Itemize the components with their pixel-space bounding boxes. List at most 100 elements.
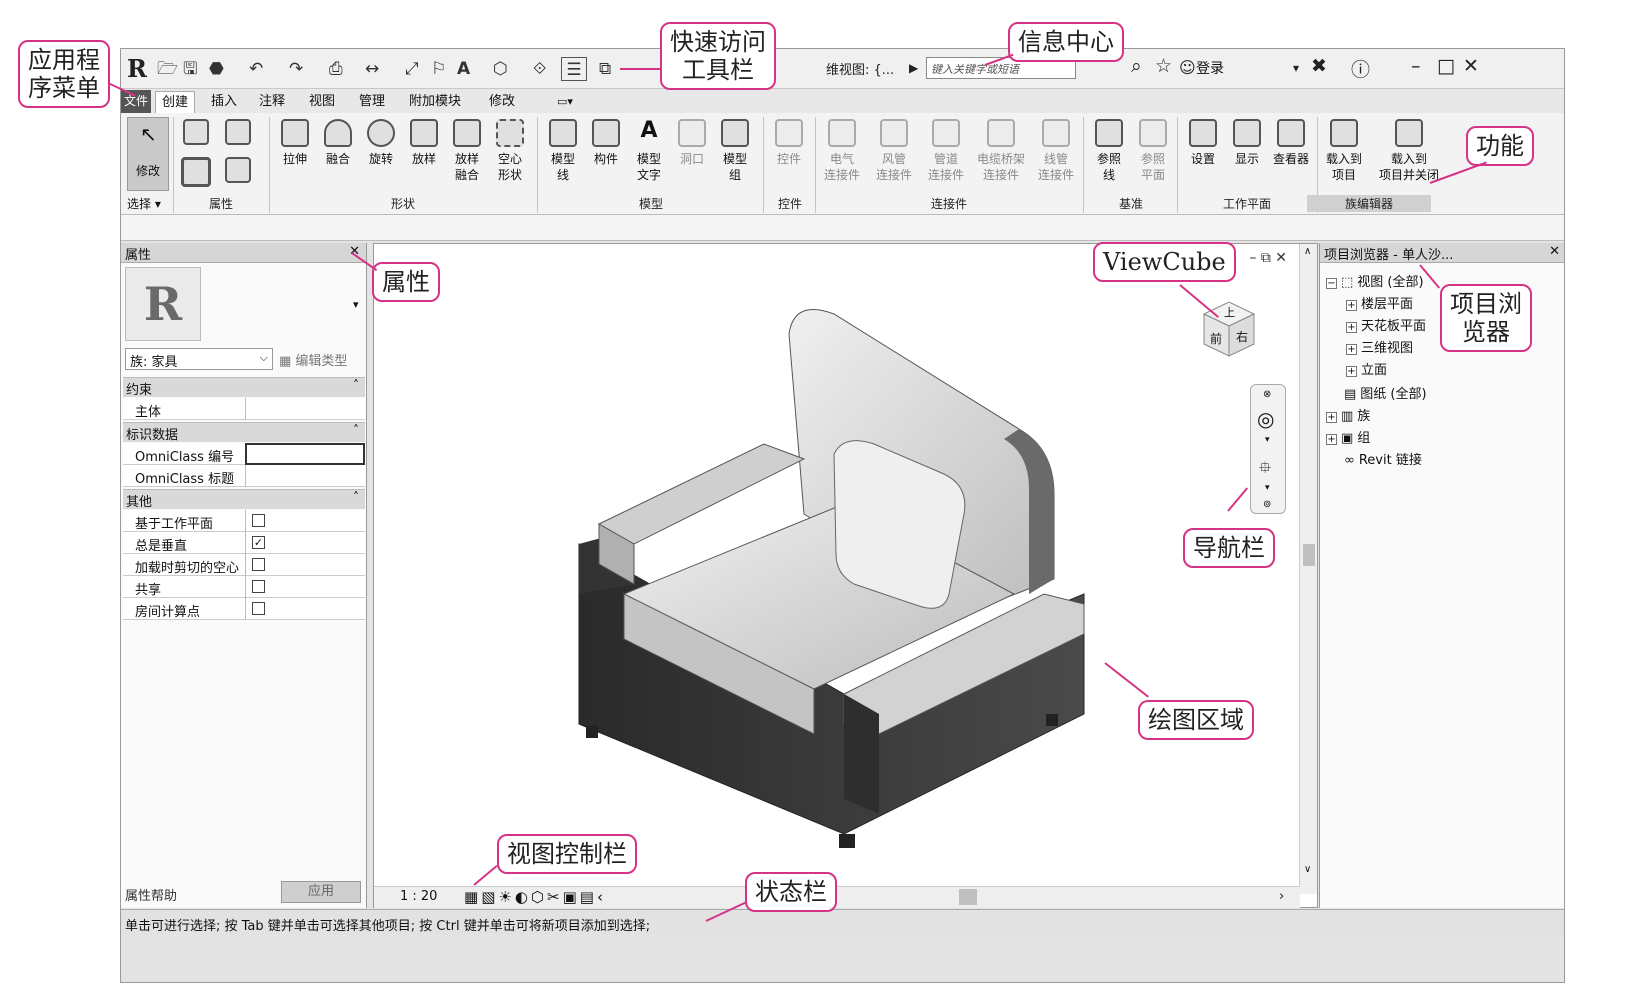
family-filter-select[interactable]: 族: 家具 ⌵ [125,348,273,370]
expand-icon[interactable]: + [1346,300,1357,311]
tab-file[interactable]: 文件 [121,90,151,113]
tab-modify[interactable]: 修改 [483,91,521,113]
apply-button[interactable]: 应用 [281,881,361,903]
pipe-connector-button[interactable]: 管道 连接件 [921,119,971,183]
section-identity-data[interactable]: 标识数据 ˄ [123,422,365,443]
login-dropdown-icon[interactable]: ▾ [1293,61,1299,75]
detail-level-icon[interactable]: ▦ [464,888,481,906]
properties-help-link[interactable]: 属性帮助 [125,885,177,904]
sofa-model[interactable] [574,294,1094,854]
tab-manage[interactable]: 管理 [353,91,391,113]
user-icon[interactable]: ☺ [1179,58,1196,77]
print-icon[interactable]: ⎙ [329,57,343,81]
redo-icon[interactable]: ↷ [289,57,303,81]
options-icon[interactable]: ⊚ [1263,499,1271,510]
sweep-button[interactable]: 放样 [402,119,446,167]
property-row[interactable]: 总是垂直 ✓ [123,532,365,554]
property-row[interactable]: OmniClass 编号 [123,443,365,465]
zoom-icon[interactable]: ⯐ [1259,457,1271,484]
tree-item-3d-views[interactable]: + 三维视图 [1346,337,1413,356]
horizontal-scroll-thumb[interactable] [959,889,977,905]
cut-with-voids-checkbox[interactable] [252,558,265,571]
void-forms-button[interactable]: 空心 形状 [488,119,532,183]
property-row[interactable]: 房间计算点 [123,598,365,620]
vertical-scrollbar[interactable]: ∧ ∨ [1299,244,1317,894]
expand-icon[interactable]: + [1346,366,1357,377]
scroll-left-icon[interactable]: ‹ [597,888,606,906]
electrical-connector-button[interactable]: 电气 连接件 [817,119,867,183]
scroll-thumb[interactable] [1303,544,1315,566]
minimize-icon[interactable]: – [1411,55,1421,77]
viewer-button[interactable]: 查看器 [1269,119,1313,167]
dimension-icon[interactable]: ⤢ [405,57,419,81]
show-workplane-button[interactable]: 显示 [1225,119,1269,167]
tab-view[interactable]: 视图 [303,91,341,113]
close-icon[interactable]: ✕ [1275,250,1287,266]
duct-connector-button[interactable]: 风管 连接件 [869,119,919,183]
save-icon[interactable]: 🖫 [183,57,197,81]
model-group-button[interactable]: 模型 组 [713,119,757,183]
maximize-icon[interactable]: □ [1437,55,1455,77]
help-icon[interactable]: ⓘ [1351,55,1370,82]
expand-icon[interactable]: + [1346,344,1357,355]
properties-button[interactable] [177,157,215,191]
blend-button[interactable]: 融合 [316,119,360,167]
sync-icon[interactable]: ⬣ [209,57,224,81]
restore-icon[interactable]: ⧉ [1261,250,1271,266]
family-types-button[interactable] [219,119,257,149]
close-icon[interactable]: ⊗ [1263,389,1271,400]
exchange-apps-icon[interactable]: ✖ [1311,55,1327,77]
viewcube-front-face[interactable]: 前 [1210,330,1222,347]
model-line-button[interactable]: 模型 线 [541,119,585,183]
undo-icon[interactable]: ↶ [249,57,263,81]
shared-checkbox[interactable] [252,580,265,593]
visual-style-icon[interactable]: ▧ [481,888,498,906]
expand-arrow-icon[interactable]: ▶ [909,61,918,75]
expand-icon[interactable]: + [1326,434,1337,445]
search-icon[interactable]: ⌕ [1131,55,1142,77]
section-other[interactable]: 其他 ˄ [123,489,365,510]
expand-icon[interactable]: + [1326,412,1337,423]
switch-window-icon[interactable]: ⧉ [599,57,611,81]
property-value[interactable] [245,465,365,487]
conduit-connector-button[interactable]: 线管 连接件 [1031,119,1081,183]
tree-item-floor-plans[interactable]: + 楼层平面 [1346,293,1413,312]
text-icon[interactable]: A [457,57,470,81]
scroll-right-icon[interactable]: › [1279,889,1284,904]
edit-type-button[interactable]: ▦ 编辑类型 [279,350,347,369]
thin-lines-icon[interactable]: ☰ [561,57,587,81]
chevron-down-icon[interactable]: ▾ [1265,483,1270,493]
always-vertical-checkbox[interactable]: ✓ [252,536,265,549]
hide-isolate-icon[interactable]: ▣ [563,888,580,906]
type-selector-dropdown-icon[interactable]: ▾ [353,298,359,311]
drawing-area[interactable]: – ⧉ ✕ 上 前 右 ⊗ ◎ ▾ ⯐ ▾ ⊚ ∧ ∨ 1: 20 ▦▧☀◐⬡… [373,243,1318,908]
render-icon[interactable]: ⬡ [531,888,547,906]
tab-annotate[interactable]: 注释 [253,91,291,113]
load-and-close-button[interactable]: 载入到 项目并关闭 [1371,119,1447,183]
application-menu-button[interactable]: R [127,54,147,83]
select-dropdown[interactable]: 选择 ▾ [127,195,161,212]
cable-tray-connector-button[interactable]: 电缆桥架 连接件 [973,119,1029,183]
revolve-button[interactable]: 旋转 [359,119,403,167]
property-row[interactable]: 基于工作平面 [123,510,365,532]
expand-icon[interactable]: + [1346,322,1357,333]
swept-blend-button[interactable]: 放样 融合 [445,119,489,183]
open-icon[interactable]: 🗁 [157,57,178,81]
scroll-down-icon[interactable]: ∨ [1304,864,1311,875]
measure-icon[interactable]: ↔ [365,57,379,81]
extrusion-button[interactable]: 拉伸 [273,119,317,167]
tag-icon[interactable]: ⚐ [431,57,446,81]
model-text-button[interactable]: A 模型 文字 [627,119,671,183]
tree-item-ceiling-plans[interactable]: + 天花板平面 [1346,315,1426,334]
reference-plane-button[interactable]: 参照 平面 [1131,119,1175,183]
tree-item-elevations[interactable]: + 立面 [1346,359,1387,378]
tree-item-revit-links[interactable]: ∞ Revit 链接 [1344,449,1422,468]
reference-line-button[interactable]: 参照 线 [1087,119,1131,183]
work-plane-based-checkbox[interactable] [252,514,265,527]
opening-button[interactable]: 洞口 [670,119,714,167]
reveal-hidden-icon[interactable]: ▤ [580,888,597,906]
property-row[interactable]: 主体 [123,398,365,420]
tab-create[interactable]: 创建 [155,91,196,113]
login-button[interactable]: 登录 [1196,58,1224,78]
chevron-down-icon[interactable]: ▾ [1265,435,1270,445]
